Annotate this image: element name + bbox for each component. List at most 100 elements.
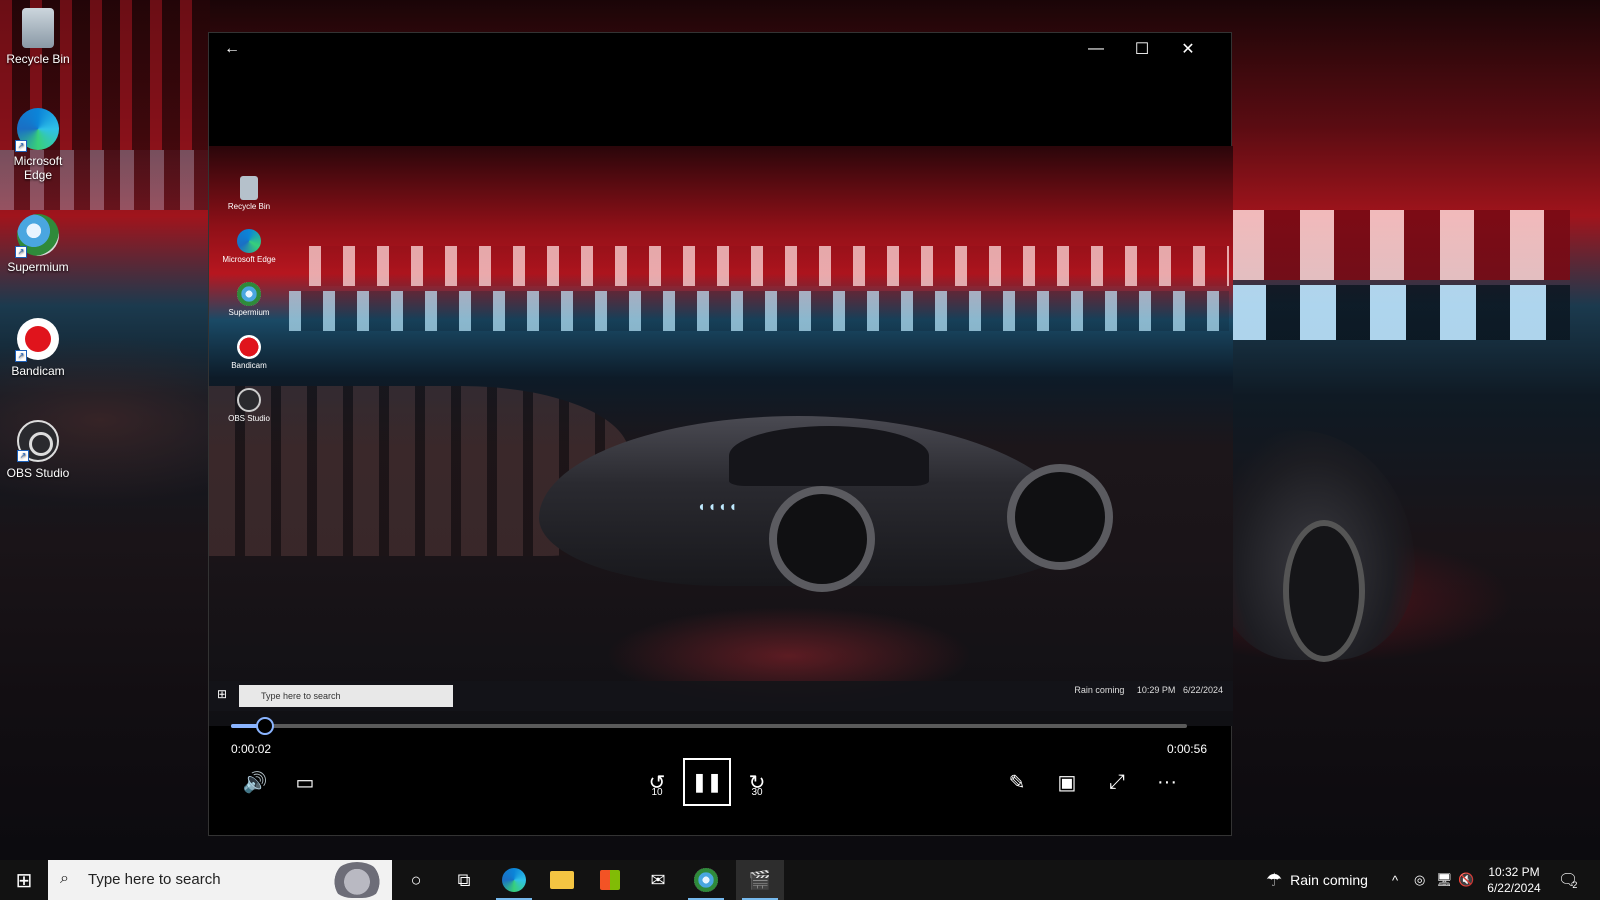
- skip-forward-seconds: 30: [751, 787, 763, 798]
- show-hidden-icons-button[interactable]: ^: [1392, 860, 1398, 900]
- desktop-icon-recycle-bin[interactable]: Recycle Bin: [4, 8, 72, 66]
- more-options-button[interactable]: ···: [1145, 760, 1189, 804]
- meet-now-button[interactable]: ◎: [1414, 860, 1425, 900]
- video-start-icon: ⊞: [217, 687, 228, 701]
- taskbar-mail[interactable]: ✉: [634, 860, 682, 900]
- video-desktop-icon-label: OBS Studio: [228, 414, 270, 423]
- taskbar-search-box[interactable]: ⌕ Type here to search: [48, 860, 392, 900]
- media-player-window: ← — ☐ ✕ ◖◖◖◖ Recycle Bin Microsoft Edge …: [208, 32, 1233, 836]
- video-desktop-icon: Recycle Bin: [219, 176, 279, 211]
- mini-view-button[interactable]: ▣: [1045, 760, 1089, 804]
- task-view-button[interactable]: ⧉: [440, 860, 488, 900]
- subtitles-button[interactable]: ▭: [283, 760, 327, 804]
- video-desktop-icon-label: Recycle Bin: [227, 202, 271, 211]
- desktop-icon-label: Bandicam: [11, 364, 65, 378]
- maximize-button[interactable]: ☐: [1119, 33, 1165, 65]
- back-button[interactable]: ←: [209, 33, 255, 65]
- title-bar[interactable]: ← — ☐ ✕: [209, 33, 1231, 65]
- video-desktop-icon: OBS Studio: [219, 388, 279, 423]
- skip-forward-button[interactable]: ↻ 30: [735, 760, 779, 804]
- desktop-icon-bandicam[interactable]: ↗ Bandicam: [4, 318, 72, 378]
- video-blue-lights: [289, 291, 1229, 331]
- taskbar-clock[interactable]: 10:32 PM 6/22/2024: [1478, 864, 1550, 896]
- video-tray-time: 10:29 PM: [1136, 685, 1176, 695]
- edit-button[interactable]: ✎: [995, 760, 1039, 804]
- cortana-icon: ○: [410, 869, 422, 890]
- notification-count: 2: [1572, 880, 1578, 890]
- cortana-button[interactable]: ○: [392, 860, 440, 900]
- video-tray-weather: Rain coming: [1074, 685, 1125, 695]
- webcam-icon: ◎: [1414, 872, 1426, 887]
- recycle-bin-icon: [22, 8, 54, 48]
- volume-button[interactable]: 🔊: [233, 760, 277, 804]
- skip-back-seconds: 10: [651, 787, 663, 798]
- video-frame[interactable]: ◖◖◖◖ Recycle Bin Microsoft Edge Supermiu…: [209, 146, 1233, 726]
- video-red-lights: [309, 246, 1229, 286]
- desktop-icon-microsoft-edge[interactable]: ↗ Microsoft Edge: [4, 108, 72, 182]
- taskbar-supermium[interactable]: [682, 860, 730, 900]
- clock-time: 10:32 PM: [1488, 865, 1540, 879]
- taskbar-edge[interactable]: [490, 860, 538, 900]
- desktop-icon-supermium[interactable]: ↗ Supermium: [4, 214, 72, 274]
- taskbar-microsoft-store[interactable]: [586, 860, 634, 900]
- video-car-front-wheel: [769, 486, 875, 592]
- bandicam-icon: [237, 335, 261, 359]
- video-taskbar: ⊞ Type here to search Rain coming 10:29 …: [209, 681, 1233, 711]
- wallpaper-red-lights-right: [1230, 210, 1570, 280]
- obs-studio-icon: [237, 388, 261, 412]
- edge-icon: [237, 229, 261, 253]
- edge-icon: ↗: [15, 108, 59, 152]
- close-button[interactable]: ✕: [1165, 33, 1211, 65]
- desktop-icon-obs-studio[interactable]: ↗ OBS Studio: [4, 420, 72, 480]
- video-car-headlights: ◖◖◖◖: [697, 498, 739, 514]
- taskbar: ⊞ ⌕ Type here to search ○ ⧉ ✉ 🎬 ☂ Rain c…: [0, 860, 1600, 900]
- play-pause-button[interactable]: ❚❚: [683, 758, 731, 806]
- recycle-bin-icon: [240, 176, 258, 200]
- fullscreen-icon: ⤢: [1109, 770, 1125, 793]
- minimize-icon: —: [1088, 40, 1104, 57]
- minimize-button[interactable]: —: [1073, 33, 1119, 65]
- weather-text: Rain coming: [1290, 872, 1368, 888]
- windows-logo-icon: ⊞: [15, 869, 33, 892]
- network-icon: 🖥: [1436, 872, 1453, 887]
- chevron-up-icon: ^: [1392, 872, 1399, 888]
- wallpaper-blue-lights-right: [1230, 285, 1570, 340]
- video-desktop-icons: Recycle Bin Microsoft Edge Supermium Ban…: [219, 176, 279, 441]
- video-desktop-icon: Microsoft Edge: [219, 229, 279, 264]
- maximize-icon: ☐: [1134, 41, 1150, 58]
- taskbar-file-explorer[interactable]: [538, 860, 586, 900]
- seek-bar-thumb[interactable]: [256, 717, 275, 735]
- video-desktop-icon: Supermium: [219, 282, 279, 317]
- mini-view-icon: ▣: [1057, 771, 1077, 794]
- video-car-window: [729, 426, 929, 486]
- pause-icon: ❚❚: [691, 771, 723, 792]
- seek-bar[interactable]: [231, 717, 1187, 735]
- video-tray: Rain coming 10:29 PM 6/22/2024: [1074, 685, 1223, 695]
- supermium-icon: [237, 282, 261, 306]
- shortcut-arrow-icon: ↗: [17, 450, 29, 462]
- video-car-rear-wheel: [1007, 464, 1113, 570]
- weather-widget[interactable]: ☂ Rain coming: [1266, 860, 1368, 900]
- desktop-icon-label: OBS Studio: [6, 466, 70, 480]
- shortcut-arrow-icon: ↗: [15, 140, 27, 152]
- taskbar-movies-tv[interactable]: 🎬: [736, 860, 784, 900]
- skip-back-button[interactable]: ↺ 10: [635, 760, 679, 804]
- movies-tv-icon: 🎬: [748, 869, 772, 890]
- video-desktop-icon-label: Supermium: [228, 308, 270, 317]
- desktop-icon-label: Recycle Bin: [6, 52, 70, 66]
- video-tray-date: 6/22/2024: [1182, 685, 1223, 695]
- back-arrow-icon: ←: [224, 40, 240, 57]
- edge-icon: [502, 868, 526, 892]
- start-button[interactable]: ⊞: [0, 860, 48, 900]
- elapsed-time: 0:00:02: [231, 742, 272, 756]
- obs-studio-icon: ↗: [17, 420, 59, 462]
- search-icon: ⌕: [60, 870, 69, 887]
- network-button[interactable]: 🖥: [1436, 860, 1453, 900]
- pencil-icon: ✎: [1008, 771, 1026, 794]
- fullscreen-button[interactable]: ⤢: [1095, 760, 1139, 804]
- total-time: 0:00:56: [1166, 742, 1207, 756]
- notification-center-button[interactable]: 🗨 2: [1558, 860, 1578, 900]
- volume-tray-button[interactable]: 🔇: [1458, 860, 1474, 900]
- desktop-icon-label: Supermium: [7, 260, 69, 274]
- wallpaper-car-wheel: [1283, 520, 1365, 662]
